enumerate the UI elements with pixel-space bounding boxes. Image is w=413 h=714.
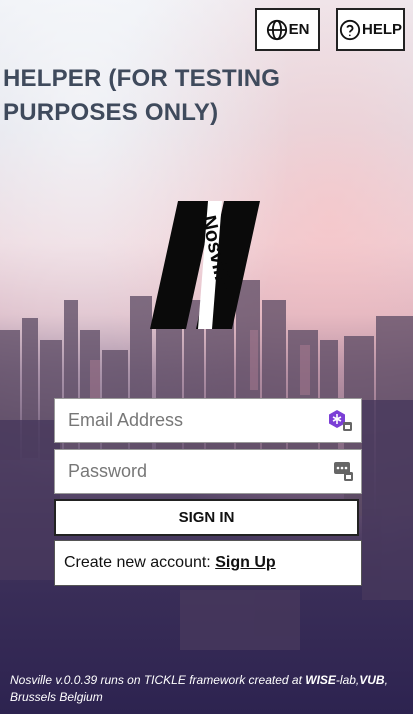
autofill-key-icon[interactable] <box>327 409 355 433</box>
password-field-container <box>54 449 362 494</box>
sign-up-link[interactable]: Sign Up <box>215 554 275 572</box>
question-circle-icon <box>339 19 361 40</box>
footer-credits: Nosville v.0.0.39 runs on TICKLE framewo… <box>10 672 410 706</box>
nosville-logo: Nosville <box>150 201 260 329</box>
globe-icon <box>266 19 287 40</box>
footer-org-vub: VUB <box>359 673 385 687</box>
footer-text-1: Nosville v.0.0.39 runs on TICKLE framewo… <box>10 673 306 687</box>
email-field-container <box>54 398 362 443</box>
create-account-text: Create new account: <box>64 554 211 571</box>
footer-text-2: -lab, <box>335 673 360 687</box>
sign-in-button[interactable]: SIGN IN <box>54 499 359 536</box>
help-label: HELP <box>361 21 402 38</box>
language-button[interactable]: EN <box>255 8 320 51</box>
password-input[interactable] <box>55 450 315 493</box>
helper-title: HELPER (FOR TESTING PURPOSES ONLY) <box>3 65 281 126</box>
email-input[interactable] <box>55 399 315 442</box>
help-button[interactable]: HELP <box>336 8 405 51</box>
footer-org-wise: WISE <box>305 673 336 687</box>
create-account-box: Create new account: Sign Up <box>54 540 362 586</box>
language-label: EN <box>288 21 310 38</box>
password-manager-icon[interactable] <box>333 460 355 482</box>
